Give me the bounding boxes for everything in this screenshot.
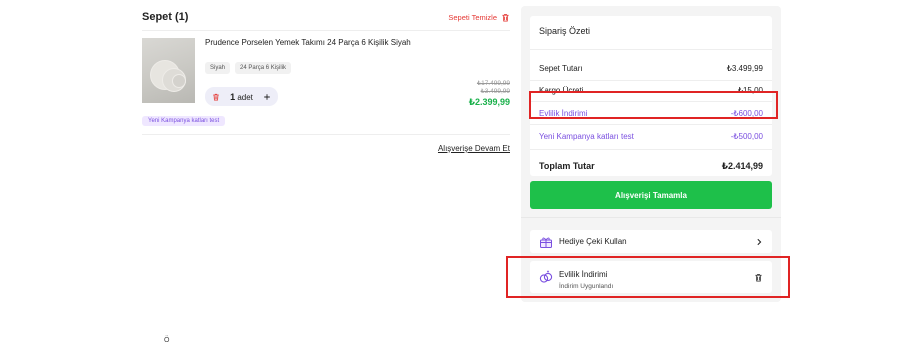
gift-card-label: Hediye Çeki Kullan (559, 237, 627, 246)
campaign-badge: Yeni Kampanya katları test (142, 116, 226, 126)
product-name[interactable]: Prudence Porselen Yemek Takımı 24 Parça … (205, 38, 411, 47)
remove-item-button[interactable] (212, 93, 220, 101)
panel-divider (521, 217, 781, 218)
original-price: ₺17.499,99 (476, 80, 510, 87)
quantity-stepper: 1 adet (205, 87, 278, 106)
increase-quantity-button[interactable] (263, 93, 271, 101)
summary-divider (530, 80, 772, 81)
product-variant-tags: Siyah 24 Parça 6 Kişilik (205, 62, 292, 74)
variant-tag: 24 Parça 6 Kişilik (235, 62, 292, 74)
trash-icon (502, 13, 509, 22)
cart-divider (142, 30, 510, 31)
row-value: ₺3.499,99 (726, 64, 763, 73)
discounted-price: ₺2.399,99 (468, 97, 510, 107)
summary-row-campaign-discount: Yeni Kampanya katları test -₺500,00 (539, 132, 763, 141)
summary-divider (530, 124, 772, 125)
row-label: Yeni Kampanya katları test (539, 132, 634, 141)
summary-row-subtotal: Sepet Tutarı ₺3.499,99 (539, 64, 763, 73)
price-block: ₺17.499,99 ₺3.499,99 ₺2.399,99 (469, 80, 510, 108)
continue-shopping-link[interactable]: Alışverişe Devam Et (438, 144, 510, 153)
cart-divider (142, 134, 510, 135)
summary-title: Sipariş Özeti (539, 26, 591, 36)
complete-purchase-button[interactable]: Alışverişi Tamamla (530, 181, 772, 209)
gift-card-option[interactable]: Hediye Çeki Kullan (530, 230, 772, 253)
total-label: Toplam Tutar (539, 161, 595, 171)
quantity-unit: adet (237, 92, 253, 102)
total-value: ₺2.414,99 (721, 161, 763, 171)
list-price: ₺3.499,99 (480, 88, 510, 95)
cart-title: Sepet (1) (142, 11, 189, 23)
summary-row-total: Toplam Tutar ₺2.414,99 (539, 161, 763, 172)
row-value: -₺500,00 (730, 132, 763, 141)
clear-cart-label: Sepeti Temizle (448, 12, 497, 22)
highlight-box (506, 256, 790, 298)
highlight-box (529, 91, 778, 119)
summary-divider (530, 49, 772, 50)
cart-header: Sepet (1) Sepeti Temizle (142, 8, 510, 26)
partial-text: Ö (164, 337, 170, 342)
plus-icon (264, 93, 270, 100)
summary-divider (530, 149, 772, 150)
gift-box-icon (539, 235, 553, 249)
cart-item: Prudence Porselen Yemek Takımı 24 Parça … (142, 38, 510, 108)
trash-icon (213, 93, 219, 101)
clear-cart-button[interactable]: Sepeti Temizle (448, 13, 510, 22)
product-image[interactable] (142, 38, 195, 103)
row-label: Sepet Tutarı (539, 64, 583, 73)
variant-tag: Siyah (205, 62, 231, 74)
chevron-right-icon[interactable] (755, 238, 763, 246)
quantity-number: 1 (230, 91, 236, 102)
quantity-value: 1 adet (230, 92, 253, 102)
